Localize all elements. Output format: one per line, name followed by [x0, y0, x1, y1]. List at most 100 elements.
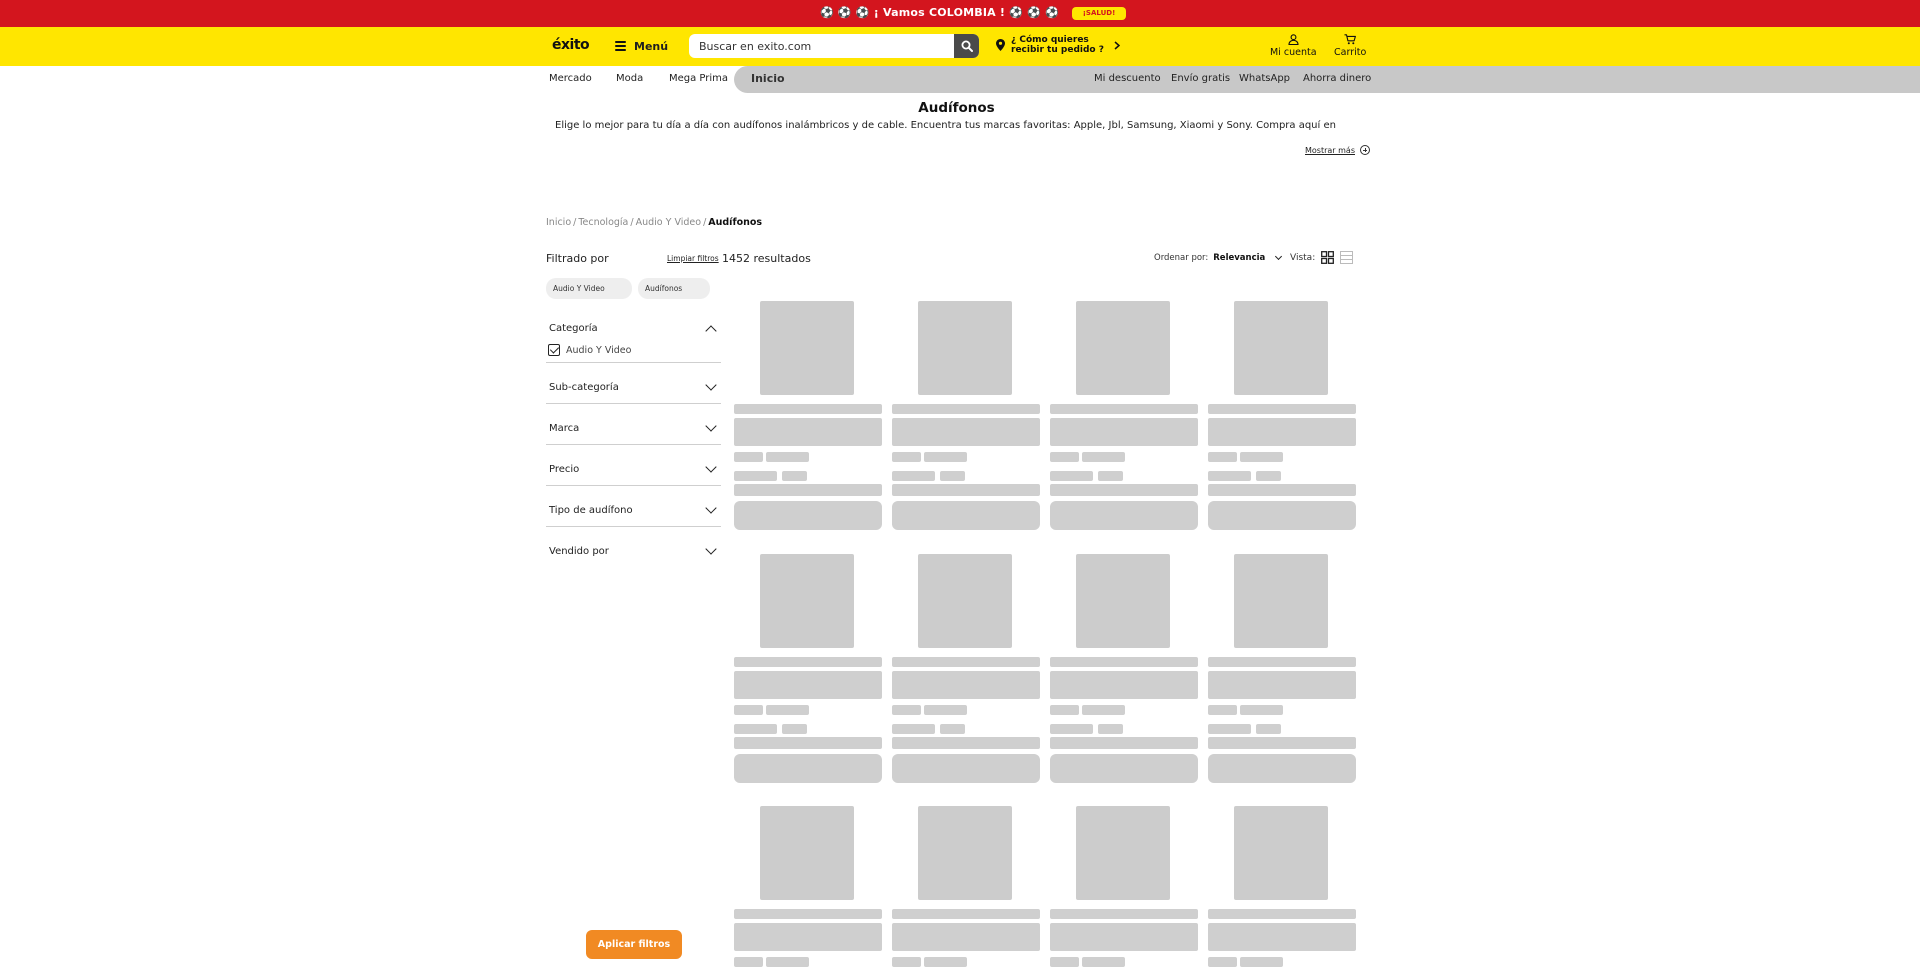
skeleton-button — [734, 754, 882, 783]
cart-link[interactable]: Carrito — [1334, 34, 1366, 58]
skeleton-line — [1050, 418, 1198, 446]
skeleton-line — [734, 484, 882, 496]
skeleton-image — [1234, 554, 1328, 648]
skeleton-button — [1208, 754, 1356, 783]
facet-categoria[interactable]: Categoría — [546, 320, 721, 363]
skeleton-image — [1234, 301, 1328, 395]
search-button[interactable] — [954, 34, 979, 58]
skeleton-image — [1234, 806, 1328, 900]
category-option-label: Audio Y Video — [566, 344, 632, 356]
skeleton-line — [1050, 471, 1093, 481]
skeleton-line — [892, 671, 1040, 699]
facet-label: Marca — [549, 423, 580, 434]
skeleton-image — [1076, 301, 1170, 395]
skeleton-line — [1050, 452, 1079, 462]
nav-item-whatsapp[interactable]: WhatsApp — [1239, 73, 1290, 84]
nav-item-inicio[interactable]: Inicio — [751, 72, 785, 85]
skeleton-line — [892, 657, 1040, 667]
nav-item-mega-prima[interactable]: Mega Prima — [669, 73, 728, 84]
skeleton-line — [892, 404, 1040, 414]
facet-marca[interactable]: Marca — [546, 420, 721, 445]
skeleton-line — [892, 452, 921, 462]
skeleton-line — [1240, 705, 1283, 715]
sort-dropdown[interactable]: Ordenar por: Relevancia — [1154, 252, 1283, 263]
nav-item-mi-descuento[interactable]: Mi descuento — [1094, 73, 1161, 84]
nav-item-ahorra-dinero[interactable]: Ahorra dinero — [1303, 73, 1371, 84]
promo-badge[interactable]: ¡SALUD! — [1072, 7, 1126, 20]
skeleton-line — [734, 957, 763, 967]
breadcrumb-tecnologia[interactable]: Tecnología — [578, 217, 628, 228]
skeleton-image — [760, 301, 854, 395]
skeleton-image — [918, 554, 1012, 648]
cart-label: Carrito — [1334, 47, 1367, 58]
main-header: éxito Menú ¿ Cómo quieres recibir tu ped… — [0, 27, 1920, 66]
filter-title: Filtrado por — [546, 252, 609, 265]
skeleton-button — [1050, 501, 1198, 530]
skeleton-line — [1208, 404, 1356, 414]
chevron-down-icon — [705, 502, 717, 514]
nav-item-moda[interactable]: Moda — [616, 73, 643, 84]
skeleton-line — [1208, 484, 1356, 496]
grid-view-icon[interactable] — [1321, 251, 1335, 264]
search-input[interactable] — [689, 34, 951, 58]
delivery-line-2: recibir tu pedido ? — [1011, 45, 1104, 55]
skeleton-line — [734, 471, 777, 481]
skeleton-line — [734, 705, 763, 715]
account-link[interactable]: Mi cuenta — [1270, 34, 1317, 58]
skeleton-line — [1082, 705, 1125, 715]
skeleton-button — [892, 754, 1040, 783]
menu-button[interactable]: Menú — [615, 37, 668, 55]
facet-label: Precio — [549, 464, 580, 475]
skeleton-line — [892, 418, 1040, 446]
skeleton-line — [734, 923, 882, 951]
show-more-button[interactable]: Mostrar más — [1305, 145, 1370, 155]
skeleton-line — [924, 705, 967, 715]
skeleton-line — [892, 957, 921, 967]
skeleton-button — [734, 501, 882, 530]
skeleton-button — [892, 501, 1040, 530]
skeleton-line — [892, 471, 935, 481]
category-option-audio-video[interactable]: Audio Y Video — [548, 344, 631, 356]
skeleton-line — [1208, 737, 1356, 749]
chevron-up-icon — [705, 325, 717, 337]
skeleton-image — [918, 301, 1012, 395]
skeleton-line — [1050, 671, 1198, 699]
breadcrumb-inicio[interactable]: Inicio — [546, 217, 571, 228]
apply-filters-button[interactable]: Aplicar filtros — [586, 930, 682, 959]
skeleton-image — [760, 554, 854, 648]
breadcrumb-audio-video[interactable]: Audio Y Video — [636, 217, 701, 228]
clear-filters-link[interactable]: Limpiar filtros — [667, 254, 719, 263]
facet-label: Vendido por — [549, 546, 609, 557]
facet-vendido-por[interactable]: Vendido por — [546, 543, 721, 568]
nav-item-mercado[interactable]: Mercado — [549, 73, 592, 84]
skeleton-line — [766, 452, 809, 462]
skeleton-line — [1208, 909, 1356, 919]
cart-icon — [1344, 34, 1357, 45]
facet-label: Categoría — [549, 323, 598, 334]
skeleton-button — [1208, 501, 1356, 530]
skeleton-image — [918, 806, 1012, 900]
skeleton-line — [766, 957, 809, 967]
checkbox-checked-icon — [548, 344, 560, 356]
skeleton-line — [1050, 724, 1093, 734]
breadcrumb: Inicio / Tecnología / Audio Y Video / Audíf… — [546, 217, 763, 228]
show-more-label: Mostrar más — [1305, 145, 1355, 155]
exito-logo[interactable]: éxito — [552, 37, 590, 53]
chevron-down-icon — [705, 379, 717, 391]
list-view-icon[interactable] — [1340, 251, 1354, 264]
nav-item-envio-gratis[interactable]: Envío gratis — [1171, 73, 1230, 84]
filter-chip-audifonos[interactable]: Audífonos — [638, 278, 710, 299]
chevron-down-icon — [705, 461, 717, 473]
facet-precio[interactable]: Precio — [546, 461, 721, 486]
chevron-down-icon — [705, 420, 717, 432]
skeleton-line — [1240, 452, 1283, 462]
delivery-selector[interactable]: ¿ Cómo quieres recibir tu pedido ? — [996, 35, 1120, 55]
skeleton-line — [1098, 724, 1123, 734]
skeleton-line — [1050, 657, 1198, 667]
view-label: Vista: — [1290, 252, 1316, 263]
promo-text: ⚽ ⚽ ⚽ ¡ Vamos COLOMBIA ! ⚽ ⚽ ⚽ — [820, 6, 1059, 19]
facet-tipo-audifono[interactable]: Tipo de audífono — [546, 502, 721, 527]
filter-chip-audio-video[interactable]: Audio Y Video — [546, 278, 632, 299]
view-toggle: Vista: — [1290, 251, 1354, 264]
facet-sub-categoria[interactable]: Sub-categoría — [546, 379, 721, 404]
